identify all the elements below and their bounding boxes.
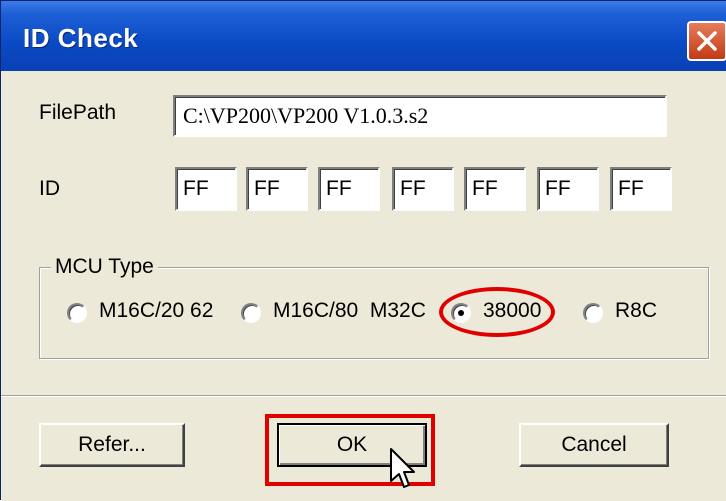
id-field-1[interactable]: FF: [175, 167, 237, 211]
filepath-value: C:\VP200\VP200 V1.0.3.s2: [183, 103, 429, 128]
id-field-5[interactable]: FF: [464, 167, 526, 211]
close-button[interactable]: [687, 21, 726, 61]
id-field-6[interactable]: FF: [537, 167, 599, 211]
id-label: ID: [39, 177, 60, 200]
separator: [1, 395, 726, 397]
id-field-value: FF: [618, 177, 644, 200]
cancel-button[interactable]: Cancel: [519, 423, 669, 467]
refer-button-label: Refer...: [78, 433, 146, 456]
filepath-field[interactable]: C:\VP200\VP200 V1.0.3.s2: [173, 95, 667, 137]
refer-button[interactable]: Refer...: [39, 423, 185, 467]
id-field-value: FF: [472, 177, 498, 200]
id-check-dialog: ID Check FilePath C:\VP200\VP200 V1.0.3.…: [0, 0, 726, 501]
close-icon: [697, 31, 717, 51]
id-field-value: FF: [183, 177, 209, 200]
id-field-value: FF: [400, 177, 426, 200]
radio-label-r8c[interactable]: R8C: [615, 299, 657, 323]
mcu-type-group-title: MCU Type: [51, 255, 158, 279]
radio-m16c-20-62[interactable]: [67, 303, 87, 323]
mouse-pointer-icon: [390, 448, 415, 488]
radio-label-m16c-20-62[interactable]: M16C/20 62: [99, 299, 213, 323]
id-field-4[interactable]: FF: [392, 167, 454, 211]
radio-r8c[interactable]: [583, 303, 603, 323]
id-field-7[interactable]: FF: [610, 167, 672, 211]
title-bar[interactable]: ID Check: [1, 1, 726, 71]
cancel-button-label: Cancel: [561, 433, 627, 456]
highlight-oval: [439, 287, 555, 337]
id-field-value: FF: [326, 177, 352, 200]
id-field-value: FF: [545, 177, 571, 200]
id-field-3[interactable]: FF: [318, 167, 380, 211]
radio-label-m16c-80-m32c[interactable]: M16C/80 M32C: [273, 299, 426, 323]
filepath-label: FilePath: [39, 101, 117, 124]
id-field-value: FF: [254, 177, 280, 200]
radio-m16c-80-m32c[interactable]: [241, 303, 261, 323]
id-field-2[interactable]: FF: [246, 167, 308, 211]
window-title: ID Check: [23, 23, 139, 53]
